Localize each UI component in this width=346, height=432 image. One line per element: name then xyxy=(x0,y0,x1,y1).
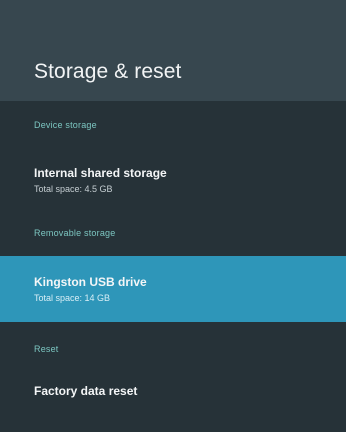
item-title: Kingston USB drive xyxy=(34,275,147,289)
item-title: Internal shared storage xyxy=(34,166,167,180)
section-label-device-storage: Device storage xyxy=(34,120,97,130)
list-item-internal-storage[interactable]: Internal shared storage Total space: 4.5… xyxy=(0,150,346,206)
section-label-reset: Reset xyxy=(34,344,59,354)
page-title: Storage & reset xyxy=(34,60,182,83)
item-title: Factory data reset xyxy=(34,384,138,398)
settings-list: Device storage Internal shared storage T… xyxy=(0,101,346,432)
list-item-kingston-usb-drive[interactable]: Kingston USB drive Total space: 14 GB xyxy=(0,256,346,322)
item-subtitle: Total space: 14 GB xyxy=(34,293,111,303)
item-subtitle: Total space: 4.5 GB xyxy=(34,184,113,194)
storage-reset-screen: Storage & reset Device storage Internal … xyxy=(0,0,346,432)
header: Storage & reset xyxy=(0,0,346,101)
list-item-factory-data-reset[interactable]: Factory data reset xyxy=(0,369,346,417)
section-label-removable-storage: Removable storage xyxy=(34,228,116,238)
